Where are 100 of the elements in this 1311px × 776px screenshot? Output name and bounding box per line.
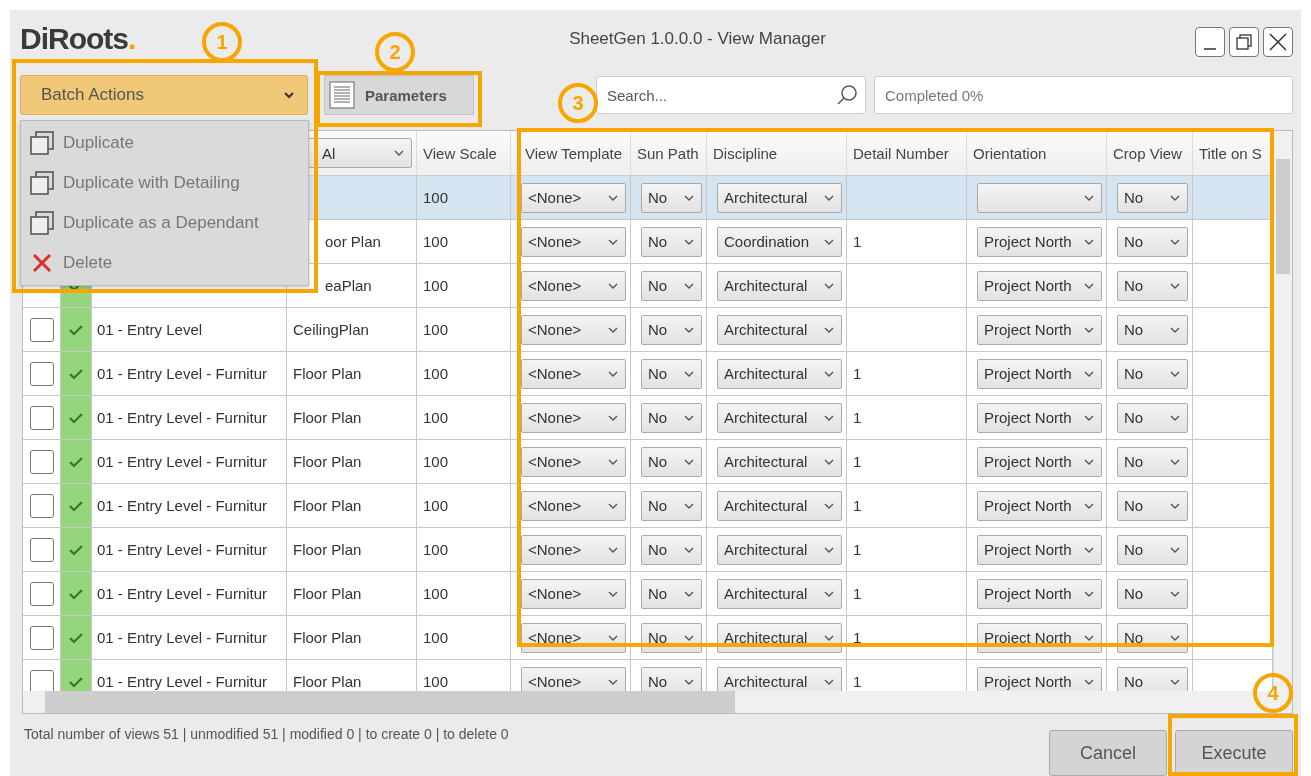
dropdown[interactable]: No: [1117, 226, 1188, 257]
dropdown[interactable]: Architectural: [717, 490, 842, 521]
table-cell: 100: [417, 572, 511, 615]
dropdown[interactable]: Project North: [977, 578, 1102, 609]
checkbox[interactable]: [29, 625, 54, 650]
dropdown[interactable]: No: [1117, 490, 1188, 521]
action-button[interactable]: Cancel: [1049, 730, 1167, 776]
table-cell: 01 - Entry Level - Furnitur: [91, 572, 287, 615]
search-field[interactable]: Search...: [596, 76, 866, 114]
dropdown[interactable]: No: [641, 270, 702, 301]
dropdown[interactable]: No: [641, 226, 702, 257]
table-row[interactable]: 01 - Entry Level - Furnitur Floor Plan 100 <None> No Architectural 1 Project North No: [23, 572, 1273, 616]
dropdown[interactable]: <None>: [521, 226, 626, 257]
dropdown[interactable]: Architectural: [717, 270, 842, 301]
restore-button[interactable]: [1229, 27, 1259, 57]
dropdown[interactable]: <None>: [521, 270, 626, 301]
table-row[interactable]: 01 - Entry Level - Furnitur Floor Plan 100 <None> No Architectural 1 Project North No: [23, 616, 1273, 660]
checkbox[interactable]: [29, 317, 54, 342]
dropdown[interactable]: No: [1117, 534, 1188, 565]
checkbox[interactable]: [29, 493, 54, 518]
check-icon: [69, 323, 83, 336]
dropdown[interactable]: No: [641, 578, 702, 609]
dropdown[interactable]: No: [1117, 446, 1188, 477]
dropdown[interactable]: No: [641, 446, 702, 477]
dropdown[interactable]: <None>: [521, 182, 626, 213]
check-icon: [69, 455, 83, 468]
dropdown[interactable]: Project North: [977, 226, 1102, 257]
checkbox[interactable]: [29, 537, 54, 562]
dropdown[interactable]: Project North: [977, 446, 1102, 477]
check-icon: [69, 543, 83, 556]
dropdown[interactable]: <None>: [521, 666, 626, 691]
dropdown[interactable]: <None>: [521, 314, 626, 345]
table-cell: 01 - Entry Level - Furnitur: [91, 484, 287, 527]
table-row[interactable]: 01 - Entry Level - Furnitur Floor Plan 100 <None> No Architectural 1 Project North No: [23, 440, 1273, 484]
callout-number: 4: [1253, 673, 1293, 713]
dropdown[interactable]: Architectural: [717, 578, 842, 609]
dropdown[interactable]: No: [641, 358, 702, 389]
dropdown[interactable]: <None>: [521, 534, 626, 565]
table-row[interactable]: 01 - Entry Level - Furnitur Floor Plan 100 <None> No Architectural 1 Project North No: [23, 484, 1273, 528]
dropdown[interactable]: Architectural: [717, 182, 842, 213]
column-header: Orientation: [967, 131, 1107, 175]
dropdown[interactable]: <None>: [521, 446, 626, 477]
dropdown[interactable]: No: [1117, 358, 1188, 389]
checkbox[interactable]: [29, 449, 54, 474]
dropdown[interactable]: No: [641, 402, 702, 433]
check-icon: [69, 499, 83, 512]
dropdown[interactable]: Project North: [977, 314, 1102, 345]
dropdown[interactable]: No: [1117, 314, 1188, 345]
dropdown[interactable]: Project North: [977, 358, 1102, 389]
table-cell: 01 - Entry Level - Furnitur: [91, 616, 287, 659]
dropdown[interactable]: Architectural: [717, 402, 842, 433]
dropdown[interactable]: <None>: [521, 402, 626, 433]
batch-actions-dropdown[interactable]: Batch Actions: [20, 75, 308, 115]
dropdown[interactable]: <None>: [521, 578, 626, 609]
column-header: Discipline: [707, 131, 847, 175]
dropdown[interactable]: <None>: [521, 358, 626, 389]
dropdown[interactable]: Project North: [977, 490, 1102, 521]
dropdown[interactable]: Architectural: [717, 358, 842, 389]
dropdown[interactable]: No: [1117, 666, 1188, 691]
dropdown[interactable]: No: [641, 666, 702, 691]
dropdown[interactable]: Project North: [977, 534, 1102, 565]
dropdown[interactable]: Project North: [977, 270, 1102, 301]
dropdown[interactable]: No: [641, 490, 702, 521]
minimize-icon: [1204, 48, 1216, 50]
close-icon: [1268, 32, 1288, 52]
table-row[interactable]: 01 - Entry Level - Furnitur Floor Plan 100 <None> No Architectural 1 Project North No: [23, 352, 1273, 396]
dropdown[interactable]: Architectural: [717, 314, 842, 345]
copy-icon: [29, 210, 55, 236]
close-button[interactable]: [1263, 27, 1293, 57]
callout-number: 1: [202, 22, 242, 62]
table-row[interactable]: 01 - Entry Level - Furnitur Floor Plan 100 <None> No Architectural 1 Project North No: [23, 528, 1273, 572]
dropdown[interactable]: Coordination: [717, 226, 842, 257]
table-cell: Floor Plan: [287, 484, 417, 527]
dropdown[interactable]: No: [1117, 578, 1188, 609]
dropdown[interactable]: <None>: [521, 490, 626, 521]
table-cell: 100: [417, 440, 511, 483]
minimize-button[interactable]: [1195, 27, 1225, 57]
table-cell: Floor Plan: [287, 352, 417, 395]
callout-number: 3: [558, 83, 598, 123]
dropdown[interactable]: Project North: [977, 666, 1102, 691]
dropdown[interactable]: Architectural: [717, 534, 842, 565]
copy-icon: [29, 170, 55, 196]
dropdown[interactable]: No: [641, 314, 702, 345]
table-row[interactable]: 01 - Entry Level CeilingPlan 100 <None> No Architectural Project North No: [23, 308, 1273, 352]
parameters-button[interactable]: Parameters: [324, 75, 474, 115]
dropdown[interactable]: No: [1117, 270, 1188, 301]
dropdown[interactable]: Architectural: [717, 666, 842, 691]
table-row[interactable]: 01 - Entry Level - Furnitur Floor Plan 100 <None> No Architectural 1 Project North No: [23, 396, 1273, 440]
table-cell: Floor Plan: [287, 528, 417, 571]
checkbox[interactable]: [29, 405, 54, 430]
dropdown[interactable]: Project North: [977, 402, 1102, 433]
checkbox[interactable]: [29, 669, 54, 691]
dropdown[interactable]: No: [1117, 402, 1188, 433]
checkbox[interactable]: [29, 581, 54, 606]
dropdown[interactable]: Architectural: [717, 446, 842, 477]
dropdown[interactable]: No: [641, 534, 702, 565]
checkbox[interactable]: [29, 361, 54, 386]
dropdown[interactable]: No: [1117, 182, 1188, 213]
status-text: Total number of views 51 | unmodified 51 | modified 0 | to create 0 | to delete 0: [24, 726, 509, 742]
dropdown[interactable]: No: [641, 182, 702, 213]
